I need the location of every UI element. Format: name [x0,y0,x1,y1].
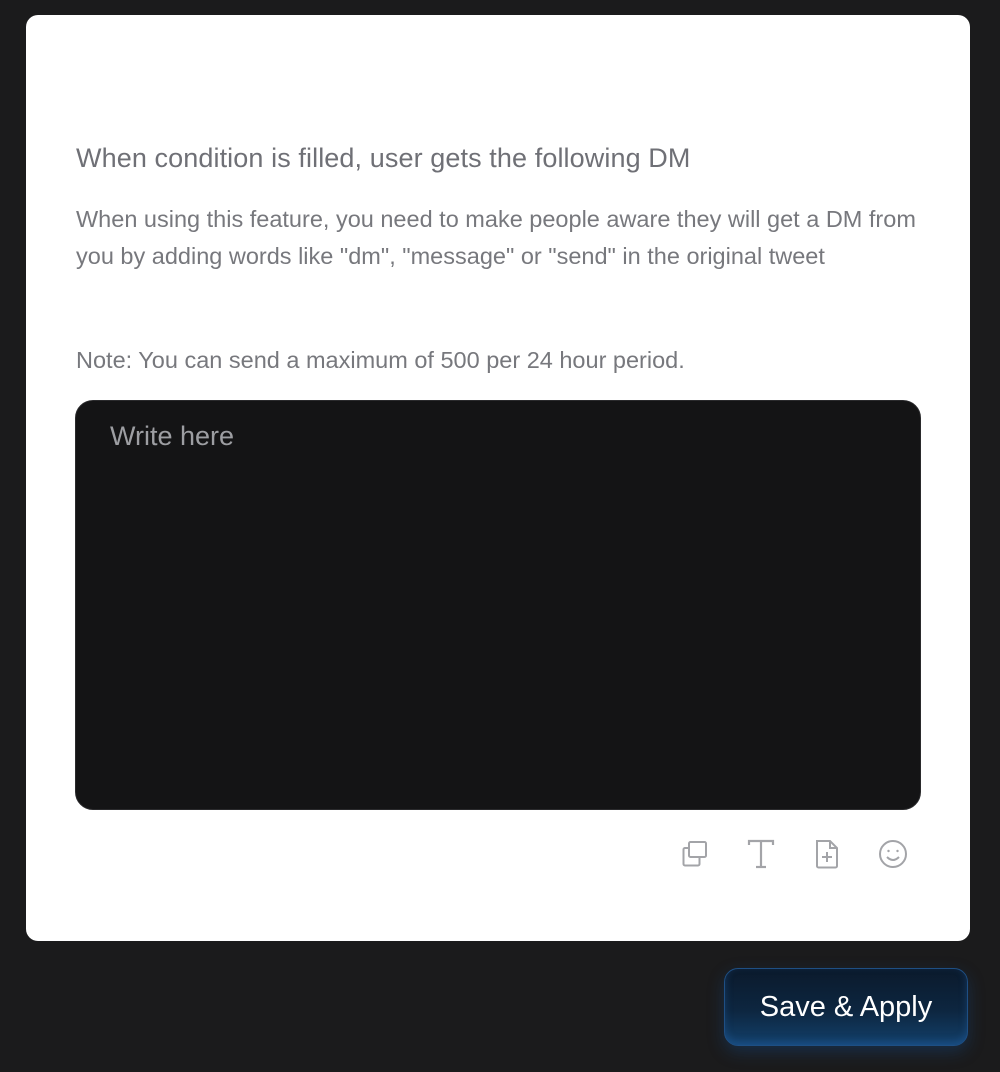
save-apply-button[interactable]: Save & Apply [724,968,968,1046]
limit-note: Note: You can send a maximum of 500 per … [76,347,685,373]
dm-settings-card: When condition is filled, user gets the … [26,15,970,941]
section-heading: When condition is filled, user gets the … [76,143,691,173]
emoji-icon[interactable] [877,837,909,871]
feature-description: When using this feature, you need to mak… [76,206,916,269]
add-file-icon[interactable] [811,837,843,871]
copy-icon[interactable] [679,837,711,871]
editor-toolbar [679,837,909,871]
text-format-icon[interactable] [745,837,777,871]
dm-message-input[interactable] [75,400,921,810]
